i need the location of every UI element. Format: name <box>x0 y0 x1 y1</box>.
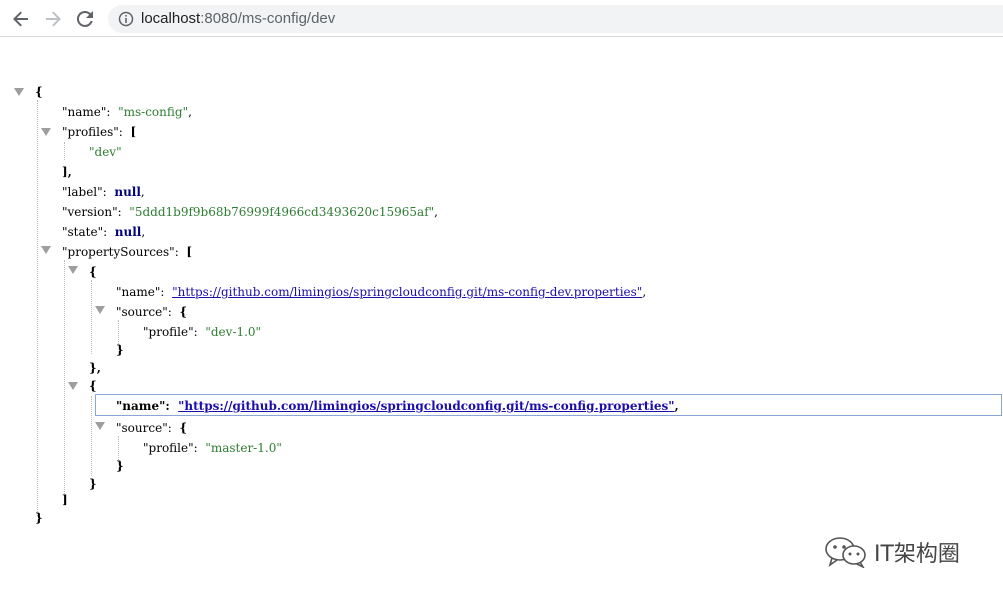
bracket: [ <box>130 125 137 139</box>
indent-guide <box>64 260 65 496</box>
back-button[interactable] <box>8 6 34 32</box>
json-key: "name": <box>116 285 165 299</box>
json-source-source-close: } <box>116 340 124 360</box>
indent-guide <box>91 396 92 476</box>
indent-guide <box>37 100 38 516</box>
watermark: IT架构圈 <box>824 534 960 570</box>
back-arrow-icon <box>13 11 28 27</box>
json-comma: , <box>141 225 146 239</box>
json-key: "source": <box>116 421 172 435</box>
json-key: "source": <box>116 305 172 319</box>
indent-guide <box>64 142 65 160</box>
brace: { <box>179 421 188 435</box>
json-url-link[interactable]: "https://github.com/limingios/springclou… <box>172 285 642 299</box>
json-url-link[interactable]: "https://github.com/limingios/springclou… <box>178 399 674 413</box>
collapse-toggle-icon[interactable] <box>41 128 51 136</box>
browser-toolbar: localhost:8080/ms-config/dev <box>0 0 1003 37</box>
brace: } <box>35 511 43 525</box>
json-string: "master-1.0" <box>205 441 282 455</box>
address-bar[interactable]: localhost:8080/ms-config/dev <box>108 5 1003 33</box>
brace: { <box>179 305 188 319</box>
json-viewer: { "name": "ms-config", "profiles": [ "de… <box>0 38 1003 596</box>
json-line-label: "label": null, <box>62 182 145 202</box>
json-source-profile: "profile": "master-1.0" <box>143 438 282 458</box>
json-source-source: "source": { <box>116 418 187 438</box>
json-string: "dev-1.0" <box>205 325 262 339</box>
bracket: [ <box>186 245 193 259</box>
watermark-text: IT架构圈 <box>874 542 960 567</box>
json-source-name: "name": "https://github.com/limingios/sp… <box>116 282 646 302</box>
json-source-source-close: } <box>116 456 124 476</box>
json-line-profiles: "profiles": [ <box>62 122 136 142</box>
url-path: :8080/ms-config/dev <box>200 10 336 27</box>
info-icon[interactable] <box>118 11 134 27</box>
json-root-open: { <box>35 82 43 102</box>
json-key: "name": <box>62 105 111 119</box>
forward-arrow-icon <box>46 11 61 27</box>
wechat-icon <box>825 537 866 568</box>
json-comma: , <box>674 399 679 413</box>
brace: }, <box>89 361 101 375</box>
json-comma: , <box>434 205 438 219</box>
url-text[interactable]: localhost:8080/ms-config/dev <box>141 10 335 27</box>
json-key: "label": <box>62 185 107 199</box>
json-comma: , <box>140 185 145 199</box>
brace: { <box>35 85 43 99</box>
reload-icon <box>77 11 93 27</box>
json-key: "state": <box>62 225 108 239</box>
json-comma: , <box>642 285 647 299</box>
brace: { <box>89 265 97 279</box>
collapse-toggle-icon[interactable] <box>41 246 51 254</box>
json-key: "propertySources": <box>62 245 179 259</box>
json-key: "profiles": <box>62 125 123 139</box>
collapse-toggle-icon[interactable] <box>95 306 105 314</box>
json-comma: , <box>188 105 192 119</box>
brace: } <box>116 343 124 357</box>
forward-button[interactable] <box>40 6 66 32</box>
json-key: "version": <box>62 205 122 219</box>
collapse-toggle-icon[interactable] <box>95 422 105 430</box>
json-source-source: "source": { <box>116 302 187 322</box>
json-string: "dev" <box>89 145 122 159</box>
reload-button[interactable] <box>72 6 98 32</box>
json-key: "profile": <box>143 441 198 455</box>
json-line-version: "version": "5ddd1b9f9b68b76999f4966cd349… <box>62 202 438 222</box>
json-line-property-sources-close: ] <box>62 490 68 510</box>
json-string: "5ddd1b9f9b68b76999f4966cd3493620c15965a… <box>129 205 435 219</box>
json-root-close: } <box>35 508 43 528</box>
bracket: ], <box>62 165 72 179</box>
json-line-profiles-close: ], <box>62 162 72 182</box>
collapse-toggle-icon[interactable] <box>14 88 24 96</box>
json-source-open: { <box>89 262 97 282</box>
json-source-profile: "profile": "dev-1.0" <box>143 322 261 342</box>
json-line-name: "name": "ms-config", <box>62 102 192 122</box>
collapse-toggle-icon[interactable] <box>68 382 78 390</box>
json-null: null <box>114 185 141 199</box>
bracket: ] <box>62 493 68 507</box>
json-source-close: } <box>89 474 97 494</box>
brace: } <box>89 477 97 491</box>
json-line-property-sources: "propertySources": [ <box>62 242 192 262</box>
json-source-open: { <box>89 376 97 396</box>
json-source-name-selected: "name": "https://github.com/limingios/sp… <box>116 396 679 416</box>
json-line-profile-item: "dev" <box>89 142 122 162</box>
indent-guide <box>91 280 92 354</box>
json-key: "profile": <box>143 325 198 339</box>
url-host: localhost <box>141 10 201 27</box>
json-string: "ms-config" <box>118 105 189 119</box>
brace: { <box>89 379 97 393</box>
json-key: "name": <box>116 399 170 413</box>
brace: } <box>116 459 124 473</box>
collapse-toggle-icon[interactable] <box>68 266 78 274</box>
json-source-close: }, <box>89 358 101 378</box>
json-null: null <box>114 225 142 239</box>
json-line-state: "state": null, <box>62 222 145 242</box>
